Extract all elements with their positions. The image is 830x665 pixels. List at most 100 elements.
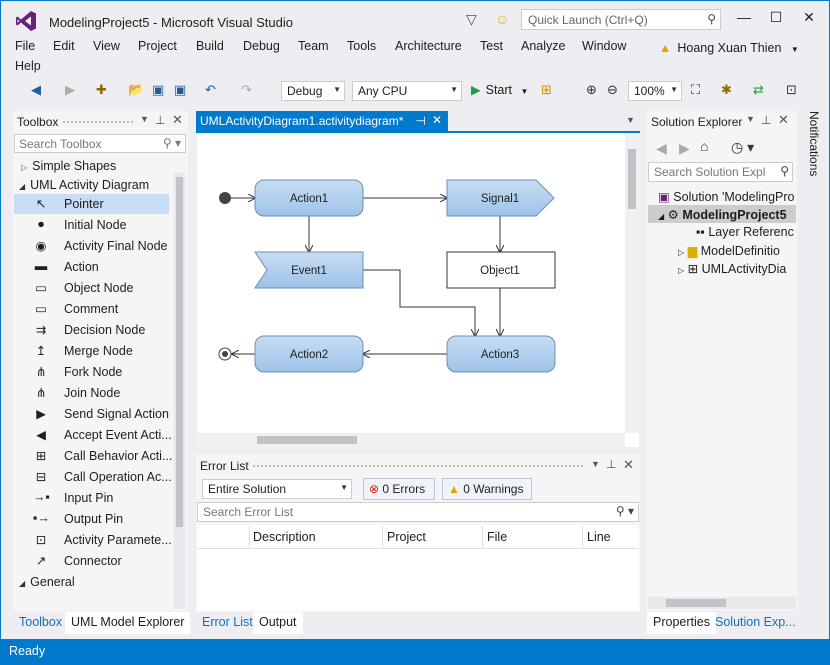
column-divider[interactable] (249, 526, 250, 548)
link-icon[interactable]: ⇄ (753, 82, 764, 98)
tool-pointer[interactable]: ↖ Pointer (14, 194, 169, 214)
history-icon[interactable]: ◷ ▾ (731, 139, 754, 156)
menu-project[interactable]: Project (138, 39, 177, 53)
close-panel-icon[interactable]: ✕ (623, 457, 634, 473)
group-general[interactable]: ◢ General (19, 575, 75, 589)
toolbox-scrollbar[interactable] (174, 173, 185, 609)
group-uml-activity-diagram[interactable]: ◢ UML Activity Diagram (19, 178, 149, 192)
tool-fork-node[interactable]: ⋔ Fork Node (14, 362, 169, 382)
tool-accept-event-acti[interactable]: ◀ Accept Event Acti... (14, 425, 172, 445)
filter-icon[interactable]: ▽ (466, 11, 477, 28)
solution-search-input[interactable]: Search Solution Expl ⚲ (648, 162, 793, 182)
menu-architecture[interactable]: Architecture (395, 39, 462, 53)
zoom-select[interactable]: 100% ▼ (628, 81, 682, 101)
error-list-drag-handle[interactable] (253, 465, 583, 467)
tool-activity-final-node[interactable]: ◉ Activity Final Node (14, 236, 169, 256)
tab-properties[interactable]: Properties (647, 612, 716, 634)
menu-build[interactable]: Build (196, 39, 224, 53)
add-item-icon[interactable]: ✱ (721, 82, 732, 98)
pin-icon[interactable]: ⊥ (606, 457, 616, 471)
menu-edit[interactable]: Edit (53, 39, 75, 53)
user-account[interactable]: ▲ Hoang Xuan Thien ▼ (659, 41, 799, 55)
tool-call-behavior-acti[interactable]: ⊞ Call Behavior Acti... (14, 446, 173, 466)
close-button[interactable]: ✕ (801, 9, 817, 26)
toolbox-drag-handle[interactable] (63, 121, 133, 123)
column-divider[interactable] (382, 526, 383, 548)
warnings-filter-button[interactable]: ▲ 0 Warnings (442, 478, 532, 500)
tree-layer-references[interactable]: ▪▪ Layer Referenc (696, 225, 794, 239)
start-debugging-button[interactable]: ▶ Start ▼ (471, 82, 528, 97)
panel-menu-chevron-icon[interactable]: ▼ (140, 114, 149, 124)
tool-decision-node[interactable]: ⇉ Decision Node (14, 320, 169, 340)
tree-model-definition[interactable]: ▷ ▆ ModelDefinitio (678, 243, 780, 258)
open-file-icon[interactable]: 📂 (128, 82, 144, 98)
feedback-smiley-icon[interactable]: ☺ (495, 11, 509, 27)
toolbox-search-input[interactable]: Search Toolbox ⚲ ▾ (14, 134, 186, 153)
redo-icon[interactable]: ↷ (241, 82, 252, 98)
forward-icon[interactable]: ▶ (679, 140, 690, 157)
menu-file[interactable]: File (15, 39, 35, 53)
notifications-tab[interactable]: Notifications (801, 111, 821, 211)
new-project-icon[interactable]: ✚ (96, 82, 107, 98)
column-file[interactable]: File (487, 530, 507, 544)
save-icon[interactable]: ▣ (152, 82, 164, 98)
tool-join-node[interactable]: ⋔ Join Node (14, 383, 169, 403)
tool-send-signal-action[interactable]: ▶ Send Signal Action (14, 404, 169, 424)
tool-object-node[interactable]: ▭ Object Node (14, 278, 169, 298)
close-panel-icon[interactable]: ✕ (778, 112, 789, 128)
menu-view[interactable]: View (93, 39, 120, 53)
tab-toolbox[interactable]: Toolbox (13, 612, 68, 634)
error-scope-select[interactable]: Entire Solution ▼ (202, 479, 352, 499)
maximize-button[interactable]: ☐ (768, 9, 784, 26)
tool-connector[interactable]: ↗ Connector (14, 551, 169, 571)
diagram-canvas[interactable]: Action1 Signal1 Event1 Object1 Action2 A… (197, 133, 639, 447)
solution-configuration-select[interactable]: Debug ▼ (281, 81, 345, 101)
menu-tools[interactable]: Tools (347, 39, 376, 53)
layout-diagram-icon[interactable]: ⊡ (786, 82, 797, 98)
pin-icon[interactable]: ⊥ (761, 113, 771, 127)
menu-test[interactable]: Test (480, 39, 503, 53)
back-icon[interactable]: ◀ (656, 140, 667, 157)
layout-icon[interactable]: ⊞ (541, 82, 552, 98)
tree-modeling-project[interactable]: ◢ ⚙ ModelingProject5 (658, 207, 787, 222)
initial-node[interactable] (219, 192, 231, 204)
column-divider[interactable] (482, 526, 483, 548)
tree-uml-activity[interactable]: ▷ ⊞ UMLActivityDia (678, 261, 786, 276)
undo-icon[interactable]: ↶ (205, 82, 216, 98)
tool-activity-paramete[interactable]: ⊡ Activity Paramete... (14, 530, 172, 550)
tab-error-list[interactable]: Error List (196, 612, 259, 634)
canvas-horizontal-scrollbar[interactable] (197, 433, 625, 447)
errors-filter-button[interactable]: ⊗ 0 Errors (363, 478, 435, 500)
solution-horizontal-scrollbar[interactable] (648, 597, 796, 609)
tab-output[interactable]: Output (253, 612, 303, 634)
tool-merge-node[interactable]: ↥ Merge Node (14, 341, 169, 361)
menu-window[interactable]: Window (582, 39, 626, 53)
tool-comment[interactable]: ▭ Comment (14, 299, 169, 319)
quick-launch-input[interactable]: Quick Launch (Ctrl+Q) ⚲ (521, 9, 721, 30)
scrollbar-thumb[interactable] (666, 599, 726, 607)
tool-call-operation-ac[interactable]: ⊟ Call Operation Ac... (14, 467, 172, 487)
zoom-out-icon[interactable]: ⊖ (607, 82, 618, 98)
menu-team[interactable]: Team (298, 39, 329, 53)
zoom-in-icon[interactable]: ⊕ (586, 82, 597, 98)
solution-platform-select[interactable]: Any CPU ▼ (352, 81, 462, 101)
panel-menu-chevron-icon[interactable]: ▼ (591, 459, 600, 469)
document-dropdown-icon[interactable]: ▼ (626, 115, 635, 125)
minimize-button[interactable]: — (736, 9, 752, 25)
column-project[interactable]: Project (387, 530, 426, 544)
scrollbar-thumb[interactable] (257, 436, 357, 444)
pin-icon[interactable]: ⊣ (416, 114, 426, 128)
column-divider[interactable] (582, 526, 583, 548)
pin-icon[interactable]: ⊥ (155, 113, 165, 127)
menu-analyze[interactable]: Analyze (521, 39, 565, 53)
tool-action[interactable]: ▬ Action (14, 257, 169, 277)
column-description[interactable]: Description (253, 530, 316, 544)
navigate-forward-icon[interactable]: ▶ (65, 82, 75, 98)
close-panel-icon[interactable]: ✕ (172, 112, 183, 128)
error-list-search-input[interactable]: Search Error List ⚲ ▾ (197, 502, 639, 522)
panel-menu-chevron-icon[interactable]: ▼ (746, 114, 755, 124)
close-tab-icon[interactable]: ✕ (432, 113, 442, 127)
tool-input-pin[interactable]: →▪ Input Pin (14, 488, 169, 508)
tree-solution[interactable]: ▣ Solution 'ModelingPro (658, 189, 795, 204)
save-all-icon[interactable]: ▣ (174, 82, 186, 98)
